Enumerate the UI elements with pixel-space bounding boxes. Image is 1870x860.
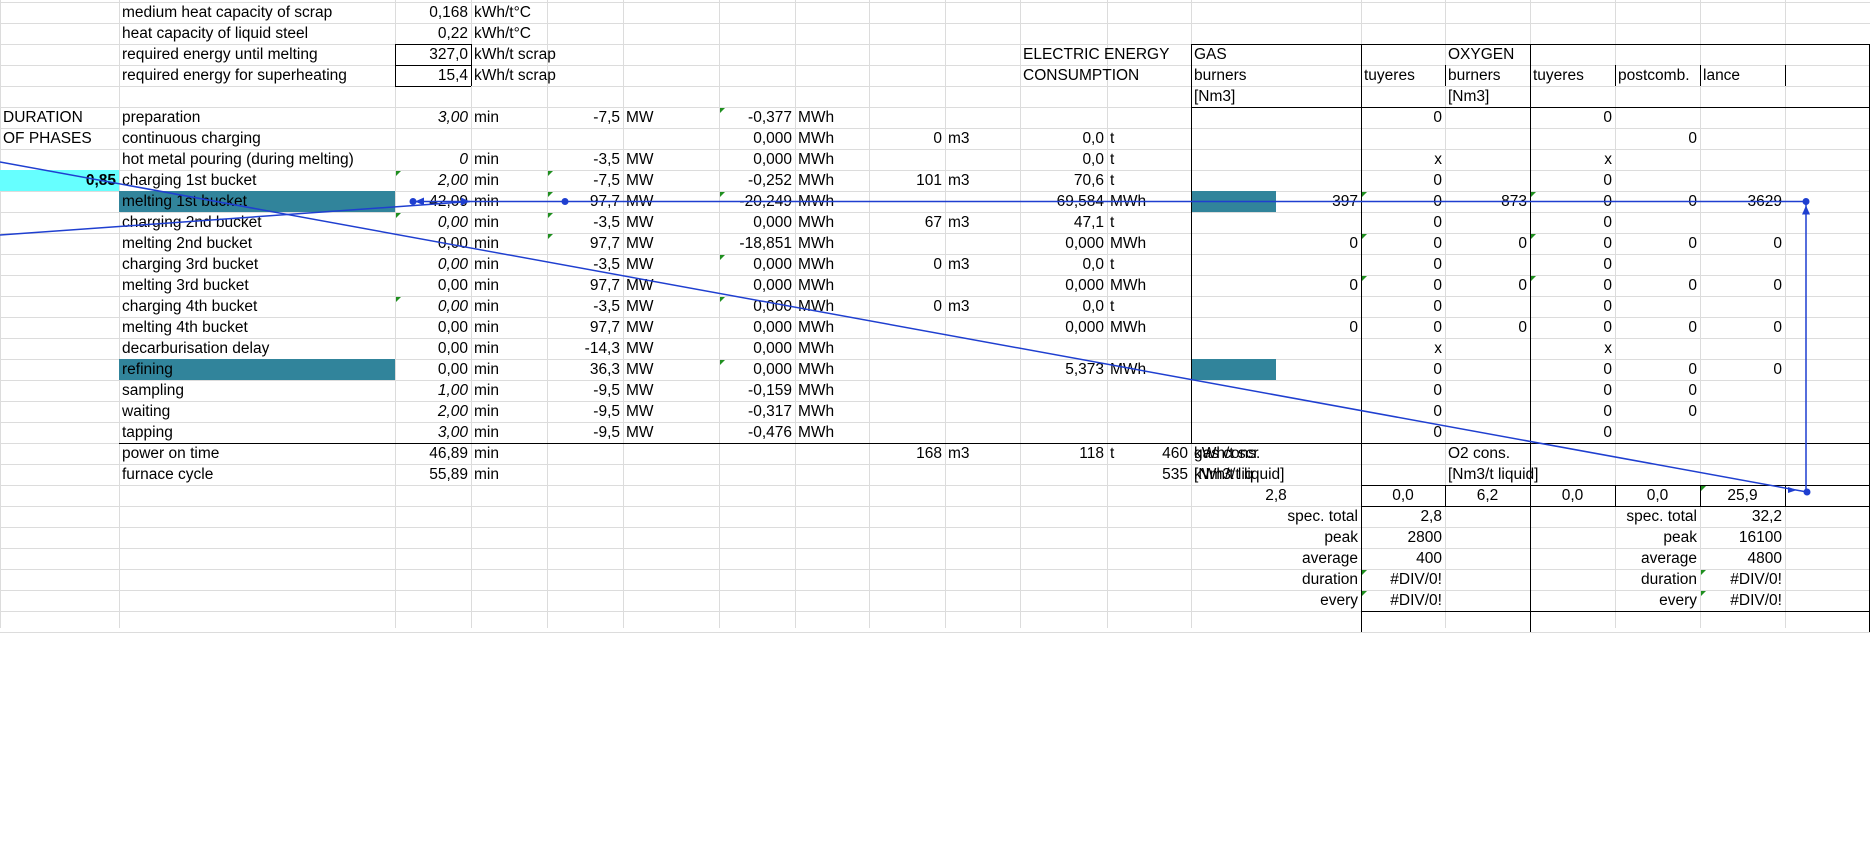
trace-arrow-line xyxy=(0,161,1808,493)
trace-arrow-origin xyxy=(1803,488,1811,496)
trace-arrows-overlay xyxy=(0,161,1811,496)
trace-arrow-line xyxy=(0,200,471,236)
trace-arrow-origin xyxy=(561,198,569,205)
trace-arrow-head xyxy=(415,197,424,206)
trace-arrow-head xyxy=(1802,205,1810,215)
trace-arrow-head xyxy=(1788,487,1797,493)
